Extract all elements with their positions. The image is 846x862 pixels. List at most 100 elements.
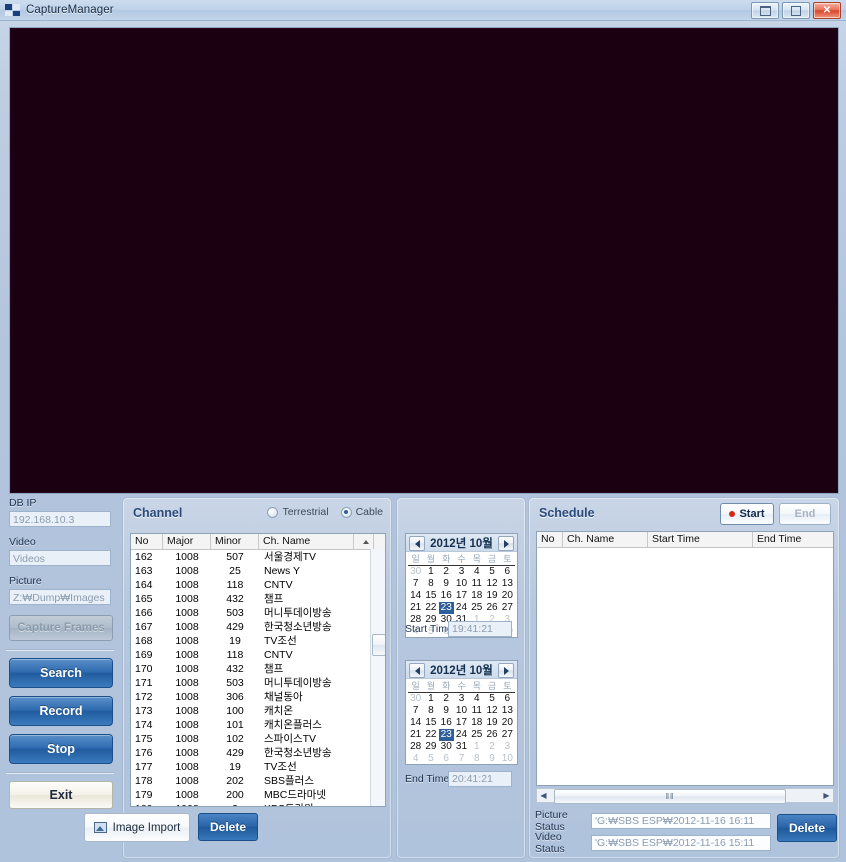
calendar-day[interactable]: 16 [439, 590, 454, 602]
radio-terrestrial[interactable]: Terrestrial [267, 506, 329, 518]
picture-status-input[interactable]: 'G:₩SBS ESP₩2012-11-16 16:11 [591, 813, 771, 829]
close-button[interactable]: ✕ [813, 2, 841, 19]
calendar-day[interactable]: 17 [454, 590, 469, 602]
table-row[interactable]: 165 1008 432 챔프 [131, 592, 385, 606]
table-row[interactable]: 171 1008 503 머니투데이방송 [131, 676, 385, 690]
calendar-day[interactable]: 23 [438, 602, 454, 614]
calendar-day[interactable]: 20 [500, 717, 515, 729]
calendar-day[interactable]: 3 [454, 693, 469, 705]
channel-list[interactable]: No Major Minor Ch. Name 162 1008 507 서울경제TV… [130, 533, 386, 807]
table-row[interactable]: 163 1008 25 News Y [131, 564, 385, 578]
calendar-day[interactable]: 3 [500, 741, 515, 753]
schedule-end-button[interactable]: End [779, 503, 831, 525]
table-row[interactable]: 176 1008 429 한국청소년방송 [131, 746, 385, 760]
calendar-day[interactable]: 8 [423, 578, 438, 590]
table-row[interactable]: 162 1008 507 서울경제TV [131, 550, 385, 564]
table-row[interactable]: 166 1008 503 머니투데이방송 [131, 606, 385, 620]
calendar-day[interactable]: 28 [408, 741, 423, 753]
calendar-day[interactable]: 1 [423, 693, 438, 705]
table-row[interactable]: 170 1008 432 챔프 [131, 662, 385, 676]
calendar-day[interactable]: 6 [500, 693, 515, 705]
maximize-button[interactable] [782, 2, 810, 19]
calendar-day[interactable]: 13 [500, 705, 515, 717]
calendar-day[interactable]: 10 [500, 753, 515, 765]
calendar-day[interactable]: 26 [484, 729, 499, 741]
calendar-day[interactable]: 8 [423, 705, 438, 717]
calendar-day[interactable]: 19 [484, 717, 499, 729]
hscroll-right-button[interactable]: ▶ [820, 789, 833, 802]
calendar-day[interactable]: 13 [500, 578, 515, 590]
calendar-day[interactable]: 6 [500, 566, 515, 578]
calendar-day[interactable]: 2 [439, 693, 454, 705]
video-status-input[interactable]: 'G:₩SBS ESP₩2012-11-16 15:11 [591, 835, 771, 851]
table-row[interactable]: 173 1008 100 캐치온 [131, 704, 385, 718]
calendar-day[interactable]: 12 [484, 705, 499, 717]
calendar-day[interactable]: 7 [408, 578, 423, 590]
calendar-day[interactable]: 21 [408, 602, 423, 614]
calendar-day[interactable]: 8 [469, 753, 484, 765]
calendar-day[interactable]: 24 [454, 729, 469, 741]
calendar-day[interactable]: 5 [484, 693, 499, 705]
stop-button[interactable]: Stop [9, 734, 113, 764]
table-row[interactable]: 172 1008 306 채널동아 [131, 690, 385, 704]
calendar-day[interactable]: 30 [408, 693, 423, 705]
column-header-no[interactable]: No [131, 534, 163, 549]
calendar-day[interactable]: 10 [454, 705, 469, 717]
calendar-day[interactable]: 7 [408, 705, 423, 717]
schedule-column-start[interactable]: Start Time [648, 532, 753, 547]
calendar-day[interactable]: 22 [423, 729, 438, 741]
column-header-major[interactable]: Major [163, 534, 211, 549]
schedule-column-end[interactable]: End Time [753, 532, 833, 547]
hscroll-left-button[interactable]: ◀ [537, 789, 550, 802]
calendar-day[interactable]: 16 [439, 717, 454, 729]
table-row[interactable]: 169 1008 118 CNTV [131, 648, 385, 662]
column-header-minor[interactable]: Minor [211, 534, 259, 549]
minimize-button[interactable] [751, 2, 779, 19]
table-row[interactable]: 174 1008 101 캐치온플러스 [131, 718, 385, 732]
calendar-day[interactable]: 25 [469, 602, 484, 614]
calendar-day[interactable]: 7 [454, 753, 469, 765]
channel-scrollbar-thumb[interactable] [372, 634, 385, 656]
calendar-day[interactable]: 27 [500, 602, 515, 614]
table-row[interactable]: 179 1008 200 MBC드라마넷 [131, 788, 385, 802]
radio-cable[interactable]: Cable [340, 506, 383, 518]
calendar-day[interactable]: 30 [439, 741, 454, 753]
calendar-day[interactable]: 29 [423, 741, 438, 753]
calendar-day[interactable]: 19 [484, 590, 499, 602]
hscroll-track[interactable]: ‖‖ [550, 789, 820, 804]
calendar-day[interactable]: 22 [423, 602, 438, 614]
calendar-day[interactable]: 3 [454, 566, 469, 578]
capture-frames-button[interactable]: Capture Frames [9, 615, 113, 641]
video-preview-area[interactable] [9, 27, 839, 494]
end-date-calendar[interactable]: 2012년 10월 일 월 화 수 목 금 토 30 1 2 3 4 5 6 7 8 9 10 11 12 13 14 15… [405, 660, 518, 765]
schedule-start-button[interactable]: Start [720, 503, 774, 525]
calendar-day[interactable]: 2 [439, 566, 454, 578]
column-header-sort-indicator[interactable] [354, 534, 374, 549]
start-calendar-next-button[interactable] [498, 536, 514, 551]
start-time-input[interactable]: 19:41:21 [448, 621, 512, 637]
table-row[interactable]: 167 1008 429 한국청소년방송 [131, 620, 385, 634]
schedule-list[interactable]: No Ch. Name Start Time End Time [536, 531, 834, 786]
calendar-day[interactable]: 6 [439, 753, 454, 765]
table-row[interactable]: 168 1008 19 TV조선 [131, 634, 385, 648]
table-row[interactable]: 18010083KBS드라마 [131, 802, 385, 806]
channel-delete-button[interactable]: Delete [198, 813, 258, 841]
schedule-column-name[interactable]: Ch. Name [563, 532, 648, 547]
table-row[interactable]: 164 1008 118 CNTV [131, 578, 385, 592]
calendar-day[interactable]: 11 [469, 578, 484, 590]
video-path-input[interactable]: Videos [9, 550, 111, 566]
calendar-day[interactable]: 5 [423, 753, 438, 765]
calendar-day[interactable]: 30 [408, 566, 423, 578]
schedule-column-no[interactable]: No [537, 532, 563, 547]
schedule-delete-button[interactable]: Delete [777, 814, 837, 842]
calendar-day[interactable]: 11 [469, 705, 484, 717]
picture-path-input[interactable]: Z:₩Dump₩Images [9, 589, 111, 605]
end-calendar-prev-button[interactable] [409, 663, 425, 678]
record-button[interactable]: Record [9, 696, 113, 726]
calendar-day[interactable]: 1 [469, 741, 484, 753]
calendar-day[interactable]: 4 [469, 566, 484, 578]
calendar-day[interactable]: 9 [439, 705, 454, 717]
calendar-day[interactable]: 14 [408, 590, 423, 602]
db-ip-input[interactable]: 192.168.10.3 [9, 511, 111, 527]
calendar-day[interactable]: 21 [408, 729, 423, 741]
